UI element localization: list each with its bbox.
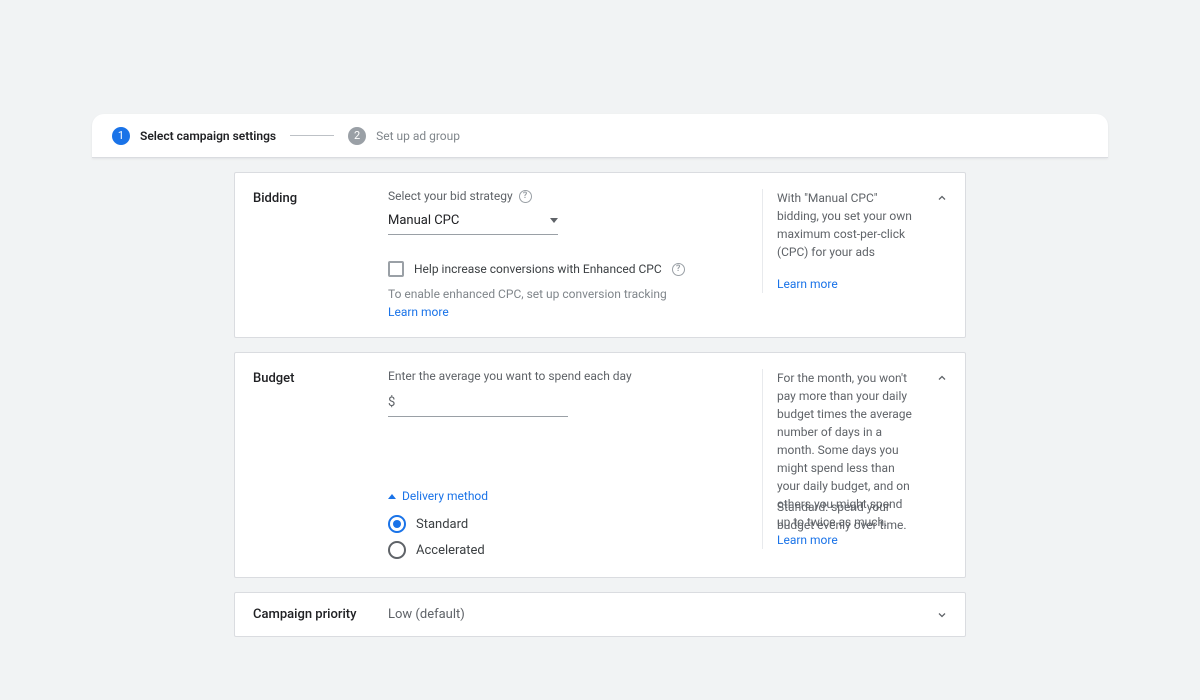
budget-enter-label: Enter the average you want to spend each…	[388, 369, 757, 383]
bid-strategy-label: Select your bid strategy ?	[388, 189, 757, 203]
step-1-dot: 1	[112, 127, 130, 145]
bid-strategy-select[interactable]: Manual CPC	[388, 209, 558, 235]
daily-budget-input[interactable]: $	[388, 389, 568, 417]
radio-standard-label: Standard	[416, 517, 468, 532]
bid-strategy-value: Manual CPC	[388, 213, 459, 228]
caret-up-icon	[388, 494, 396, 499]
enhanced-cpc-hint: To enable enhanced CPC, set up conversio…	[388, 287, 757, 301]
caret-down-icon	[550, 218, 558, 223]
help-icon[interactable]: ?	[672, 263, 685, 276]
expand-priority-button[interactable]	[933, 606, 951, 624]
radio-standard[interactable]	[388, 515, 406, 533]
bidding-aside-text: With "Manual CPC" bidding, you set your …	[777, 189, 917, 261]
budget-enter-label-text: Enter the average you want to spend each…	[388, 369, 632, 383]
bidding-title: Bidding	[253, 189, 388, 206]
budget-aside-2: Standard: spend your budget evenly over …	[762, 498, 917, 538]
delivery-method-toggle[interactable]: Delivery method	[388, 489, 757, 503]
priority-value: Low (default)	[388, 607, 465, 622]
enhanced-cpc-label: Help increase conversions with Enhanced …	[414, 262, 662, 276]
delivery-radio-group: Standard Accelerated	[388, 515, 757, 559]
budget-aside2-text: Standard: spend your budget evenly over …	[777, 500, 907, 532]
campaign-priority-card[interactable]: Campaign priority Low (default)	[234, 592, 966, 637]
priority-title: Campaign priority	[253, 607, 388, 622]
step-2-dot: 2	[348, 127, 366, 145]
budget-title: Budget	[253, 369, 388, 386]
radio-accelerated[interactable]	[388, 541, 406, 559]
chevron-down-icon	[936, 609, 948, 621]
enhanced-cpc-row: Help increase conversions with Enhanced …	[388, 261, 757, 277]
budget-card: Budget Enter the average you want to spe…	[234, 352, 966, 578]
enhanced-cpc-checkbox[interactable]	[388, 261, 404, 277]
help-icon[interactable]: ?	[519, 190, 532, 203]
step-2-label: Set up ad group	[376, 129, 460, 143]
bidding-card: Bidding Select your bid strategy ? Manua…	[234, 172, 966, 338]
bidding-aside: With "Manual CPC" bidding, you set your …	[762, 189, 917, 293]
currency-symbol: $	[388, 395, 395, 410]
step-2[interactable]: 2 Set up ad group	[348, 127, 460, 145]
step-1[interactable]: 1 Select campaign settings	[112, 127, 276, 145]
learn-more-link[interactable]: Learn more	[777, 277, 838, 291]
delivery-method-label: Delivery method	[402, 489, 488, 503]
delivery-standard-row[interactable]: Standard	[388, 515, 757, 533]
stepper-header: 1 Select campaign settings 2 Set up ad g…	[92, 114, 1108, 158]
radio-accelerated-label: Accelerated	[416, 543, 485, 558]
step-separator	[290, 135, 334, 136]
learn-more-link[interactable]: Learn more	[388, 305, 757, 319]
step-1-label: Select campaign settings	[140, 129, 276, 143]
bid-strategy-label-text: Select your bid strategy	[388, 189, 513, 203]
delivery-accelerated-row[interactable]: Accelerated	[388, 541, 757, 559]
